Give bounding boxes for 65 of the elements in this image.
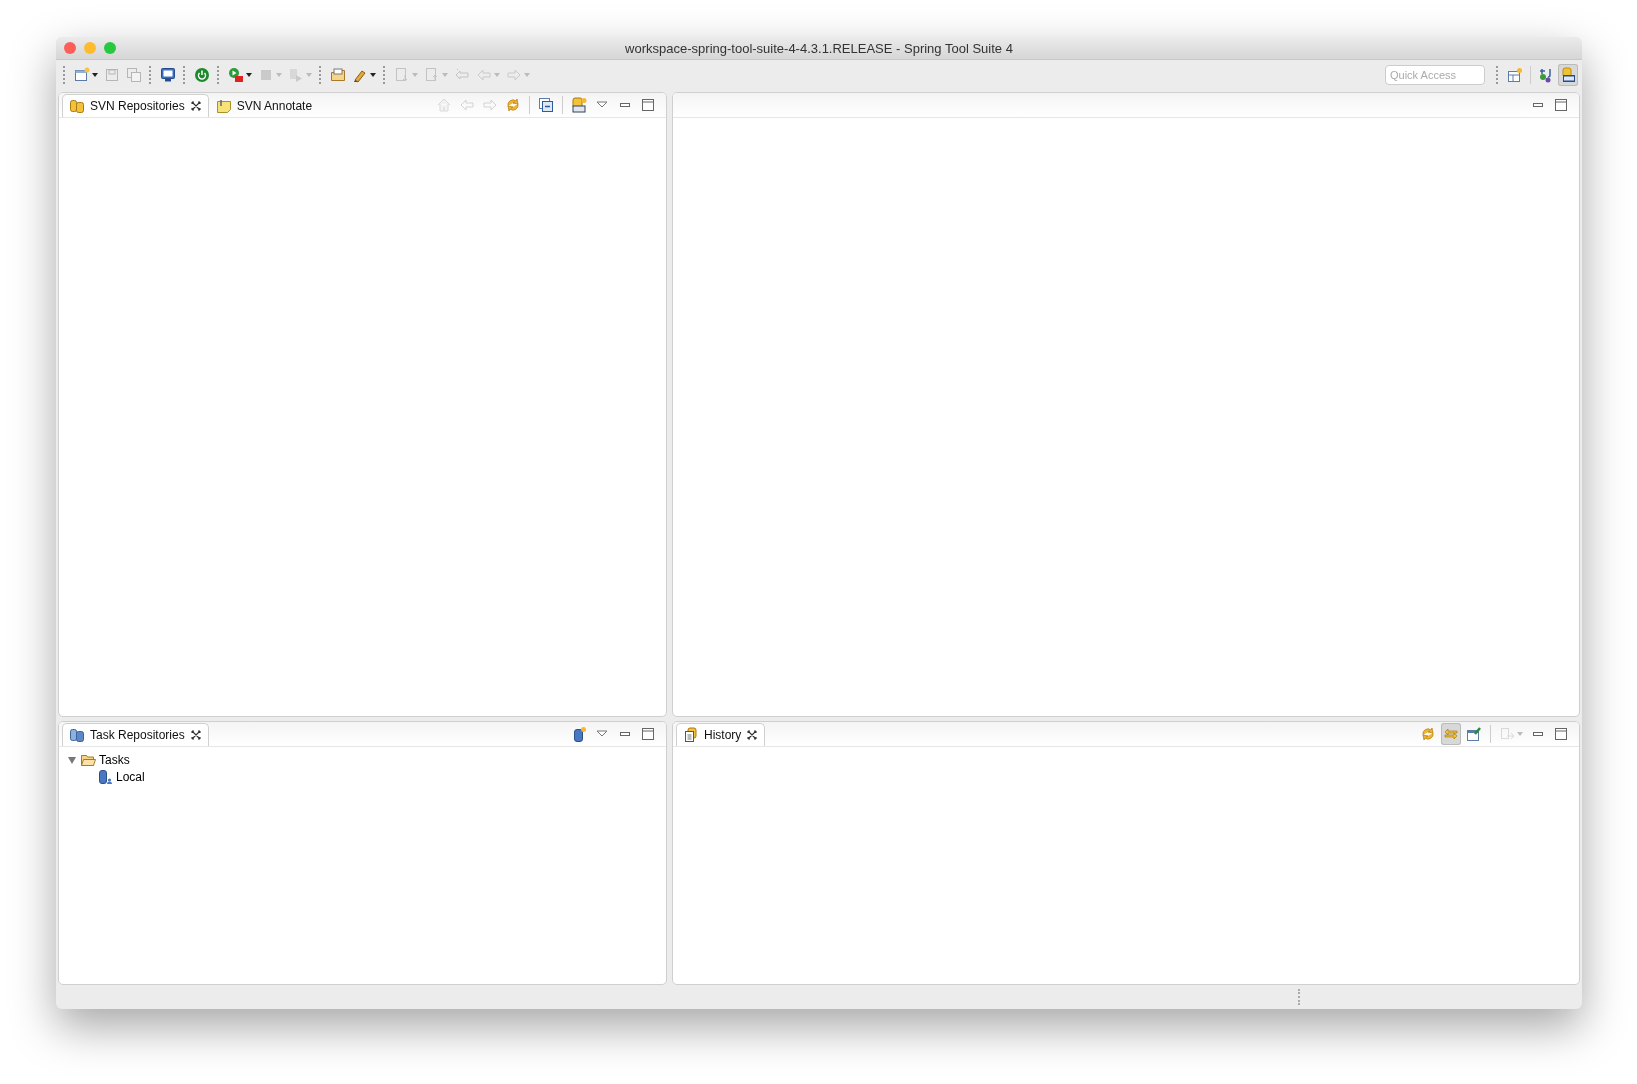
close-icon[interactable] bbox=[189, 100, 202, 112]
maximize-icon bbox=[640, 726, 656, 742]
dropdown-caret-icon bbox=[370, 73, 376, 77]
save-icon bbox=[104, 67, 120, 83]
close-icon[interactable] bbox=[746, 729, 759, 741]
repo-icon bbox=[69, 98, 85, 114]
pin-icon bbox=[1466, 726, 1482, 742]
maximize-icon bbox=[1553, 97, 1569, 113]
forward-icon bbox=[482, 97, 498, 113]
close-window-button[interactable] bbox=[64, 42, 76, 54]
tab-label: SVN Annotate bbox=[236, 99, 313, 113]
compare-icon bbox=[1499, 726, 1515, 742]
tree-item[interactable]: Local bbox=[116, 769, 145, 784]
sync-icon bbox=[1420, 726, 1436, 742]
history-icon bbox=[683, 727, 699, 743]
open-icon bbox=[330, 67, 346, 83]
perspective-button[interactable] bbox=[1558, 64, 1578, 86]
annotate-icon bbox=[215, 98, 232, 114]
next-icon bbox=[394, 67, 410, 83]
open-perspective-icon bbox=[1507, 67, 1523, 83]
step-icon bbox=[288, 67, 304, 83]
quick-access-field[interactable]: Quick Access bbox=[1385, 65, 1485, 85]
new-repo-icon bbox=[571, 97, 587, 113]
dropdown-caret-icon bbox=[276, 73, 282, 77]
java-icon bbox=[1538, 67, 1554, 83]
tab-label: History bbox=[704, 728, 742, 742]
svn-icon bbox=[1560, 67, 1576, 83]
dropdown-caret-icon bbox=[306, 73, 312, 77]
console-icon bbox=[160, 67, 176, 83]
sync-icon bbox=[505, 97, 521, 113]
maximize-icon bbox=[1553, 726, 1569, 742]
back-icon bbox=[459, 97, 475, 113]
dropdown-caret-icon bbox=[524, 73, 530, 77]
link-icon bbox=[1443, 726, 1459, 742]
home-icon bbox=[436, 97, 452, 113]
view-tab[interactable]: Task Repositories bbox=[62, 723, 209, 746]
run-icon bbox=[228, 67, 244, 83]
power-icon bbox=[194, 67, 210, 83]
stop-icon bbox=[258, 67, 274, 83]
view-tab[interactable]: SVN Annotate bbox=[208, 94, 320, 117]
close-icon[interactable] bbox=[189, 729, 202, 741]
view-tab[interactable]: History bbox=[676, 723, 766, 746]
tree-item[interactable]: Tasks bbox=[99, 752, 130, 767]
add-repo-icon bbox=[571, 726, 587, 742]
view-tab[interactable]: SVN Repositories bbox=[62, 94, 209, 117]
forward-icon bbox=[506, 67, 522, 83]
collapse-icon bbox=[538, 97, 554, 113]
tab-label: Task Repositories bbox=[90, 728, 185, 742]
tab-label: SVN Repositories bbox=[90, 99, 185, 113]
dropdown-caret-icon bbox=[412, 73, 418, 77]
dropdown-caret-icon bbox=[92, 73, 98, 77]
prev-icon bbox=[424, 67, 440, 83]
local-repo-icon bbox=[97, 768, 113, 785]
back-icon bbox=[476, 67, 492, 83]
task-repo-icon bbox=[69, 727, 85, 743]
maximize-icon bbox=[640, 97, 656, 113]
save-all-icon bbox=[126, 67, 142, 83]
dropdown-caret-icon bbox=[494, 73, 500, 77]
window-title: workspace-spring-tool-suite-4-4.3.1.RELEASE - Spring Tool Suite 4 bbox=[625, 40, 1013, 56]
dropdown-caret-icon bbox=[442, 73, 448, 77]
expand-arrow-icon[interactable] bbox=[67, 754, 77, 765]
new-repo-button[interactable] bbox=[569, 94, 589, 116]
dropdown-caret-icon bbox=[1517, 732, 1523, 736]
dropdown-caret-icon bbox=[246, 73, 252, 77]
new-icon bbox=[74, 67, 90, 83]
